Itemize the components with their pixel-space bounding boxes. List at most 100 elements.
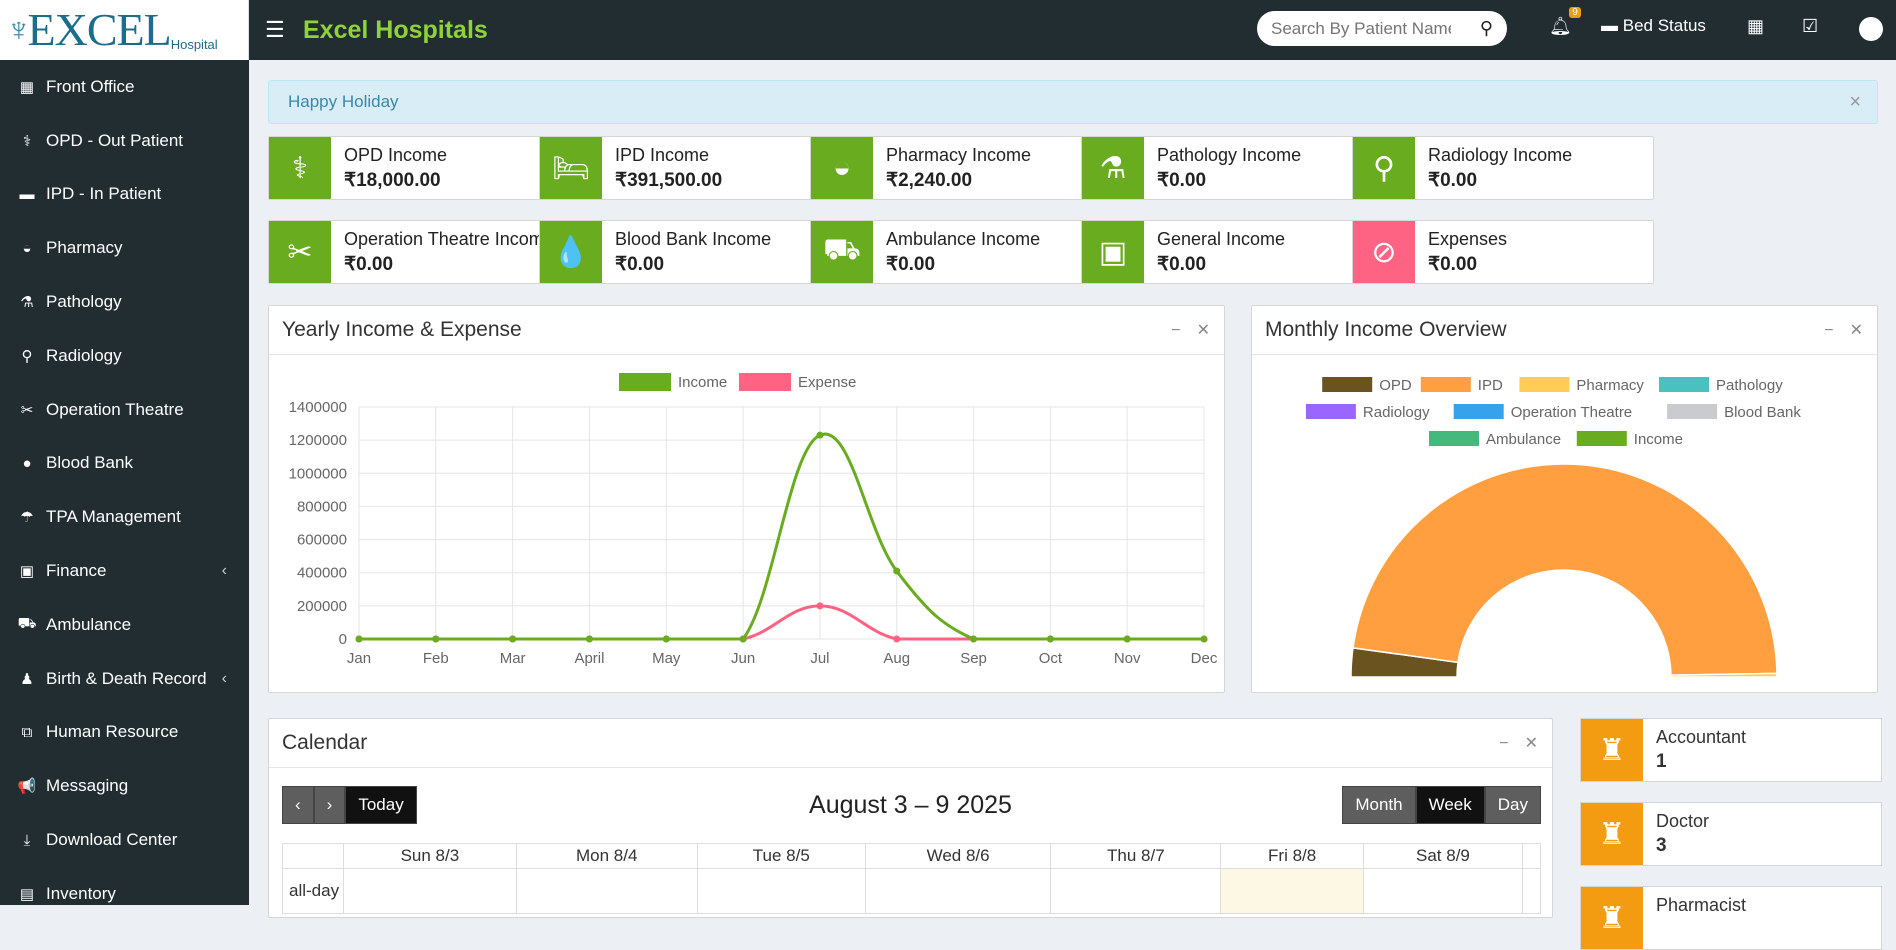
allday-cell[interactable] (1220, 868, 1364, 914)
data-point-income (585, 635, 593, 643)
boxes-icon: ▤ (19, 885, 35, 903)
view-day-button[interactable]: Day (1484, 786, 1541, 824)
sidebar-item-birth-death-record[interactable]: ♟ Birth & Death Record ‹ (0, 652, 249, 706)
allday-cell[interactable] (343, 868, 517, 914)
income-box-expenses[interactable]: ⊘ Expenses ₹0.00 (1352, 220, 1654, 284)
chevron-left-icon[interactable]: ‹ (222, 670, 227, 688)
stethoscope-icon: ⚕ (22, 132, 32, 150)
legend-swatch (1420, 377, 1471, 392)
staff-box-accountant[interactable]: ♜ Accountant 1 (1580, 718, 1882, 782)
day-header: Sat 8/9 (1362, 843, 1524, 869)
allday-cell[interactable] (1050, 868, 1222, 914)
y-tick-label: 600000 (297, 532, 347, 549)
sidebar-item-inventory[interactable]: ▤ Inventory (0, 867, 249, 921)
sidebar-item-front-office[interactable]: ▦ Front Office (0, 60, 249, 114)
sidebar-item-label: Inventory (46, 883, 116, 903)
stethoscope-icon: ⚕ (269, 137, 331, 199)
allday-cell[interactable] (696, 868, 866, 914)
close-icon[interactable]: × (1849, 91, 1861, 114)
sidebar-item-human-resource[interactable]: ⧉ Human Resource (0, 706, 249, 760)
staff-box-doctor[interactable]: ♜ Doctor 3 (1580, 802, 1882, 866)
sidebar-item-label: Blood Bank (46, 453, 133, 473)
sidebar-item-ipd-in-patient[interactable]: ▬ IPD - In Patient (0, 168, 249, 222)
mortar-icon: ◒ (22, 239, 32, 257)
holiday-alert: Happy Holiday × (268, 80, 1878, 124)
income-box-blood-bank-income[interactable]: 💧 Blood Bank Income ₹0.00 (539, 220, 841, 284)
series-line-income (359, 432, 1204, 641)
sidebar-item-opd-out-patient[interactable]: ⚕ OPD - Out Patient (0, 114, 249, 168)
sidebar-item-finance[interactable]: ▣ Finance ‹ (0, 544, 249, 598)
sidebar-item-tpa-management[interactable]: ☂ TPA Management (0, 490, 249, 544)
close-icon[interactable]: ✕ (1525, 735, 1538, 752)
calendar-view-switch: Month Week Day (1342, 786, 1541, 824)
sidebar-item-pathology[interactable]: ⚗ Pathology (0, 275, 249, 329)
calendar-icon[interactable]: ▦ (1747, 16, 1764, 37)
sidebar-item-label: OPD - Out Patient (46, 130, 183, 150)
income-box-radiology-income[interactable]: ⚲ Radiology Income ₹0.00 (1352, 136, 1654, 200)
brand-title: Excel Hospitals (303, 15, 488, 44)
hamburger-menu-icon[interactable]: ☰ (265, 17, 289, 43)
legend-swatch (619, 373, 671, 391)
income-box-general-income[interactable]: ▣ General Income ₹0.00 (1081, 220, 1383, 284)
sidebar-item-ambulance[interactable]: ⛟ Ambulance (0, 598, 249, 652)
income-value: ₹0.00 (344, 254, 394, 275)
day-header: Tue 8/5 (696, 843, 866, 869)
staff-box-pharmacist[interactable]: ♜ Pharmacist (1580, 886, 1882, 950)
sidebar-item-blood-bank[interactable]: ● Blood Bank (0, 437, 249, 491)
tasks-check-icon[interactable]: ☑ (1802, 16, 1818, 37)
income-box-operation-theatre-income[interactable]: ✂ Operation Theatre Income ₹0.00 (268, 220, 570, 284)
minimize-icon[interactable]: − (1171, 322, 1180, 339)
income-box-pharmacy-income[interactable]: ◒ Pharmacy Income ₹2,240.00 (810, 136, 1112, 200)
bed-status-button[interactable]: ▬ Bed Status (1601, 16, 1706, 36)
allday-cell[interactable] (864, 868, 1052, 914)
income-box-ipd-income[interactable]: 🛏 IPD Income ₹391,500.00 (539, 136, 841, 200)
calendar-panel: Calendar − ✕ ‹ › Today August 3 – 9 2025 … (268, 718, 1553, 918)
minimize-icon[interactable]: − (1499, 735, 1508, 752)
sidebar-item-label: Ambulance (46, 614, 132, 634)
legend-swatch (1576, 431, 1627, 446)
legend-label: Expense (798, 374, 856, 391)
view-week-button[interactable]: Week (1415, 786, 1485, 824)
minimize-icon[interactable]: − (1824, 322, 1833, 339)
search-input[interactable] (1271, 18, 1451, 39)
microscope-icon: ⚲ (1353, 137, 1415, 199)
bed-icon: ▬ (1601, 16, 1618, 35)
sidebar-item-pharmacy[interactable]: ◒ Pharmacy (0, 221, 249, 275)
sidebar-item-messaging[interactable]: 📢 Messaging (0, 759, 249, 813)
close-icon[interactable]: ✕ (1197, 322, 1210, 339)
day-header: Fri 8/8 (1220, 843, 1364, 869)
chevron-left-icon[interactable]: ‹ (222, 562, 227, 580)
sidebar-item-label: Download Center (46, 830, 178, 850)
sidebar-item-operation-theatre[interactable]: ✂ Operation Theatre (0, 383, 249, 437)
income-box-ambulance-income[interactable]: ⛟ Ambulance Income ₹0.00 (810, 220, 1112, 284)
income-label: OPD Income (344, 145, 448, 165)
income-box-opd-income[interactable]: ⚕ OPD Income ₹18,000.00 (268, 136, 570, 200)
allday-cell[interactable] (1362, 868, 1524, 914)
data-point-expense (816, 602, 824, 610)
data-point-income (816, 431, 824, 439)
sidebar-item-radiology[interactable]: ⚲ Radiology (0, 329, 249, 383)
allday-cell[interactable] (515, 868, 698, 914)
microscope-icon: ⚲ (21, 347, 33, 365)
bell-icon[interactable]: 🔔︎ 9 (1549, 7, 1581, 37)
money-icon: ▣ (19, 563, 35, 581)
income-value: ₹0.00 (1428, 254, 1478, 275)
user-secret-icon: ♜ (1581, 803, 1643, 865)
data-point-expense (893, 635, 901, 643)
hospital-logo[interactable]: ♆ EXCEL Hospital (0, 0, 249, 60)
sidebar-item-label: Human Resource (46, 722, 179, 742)
close-icon[interactable]: ✕ (1850, 322, 1863, 339)
drop-icon: ● (22, 454, 32, 472)
sitemap-icon: ⧉ (21, 723, 33, 741)
user-avatar[interactable] (1859, 17, 1883, 41)
day-header: Sun 8/3 (343, 843, 517, 869)
mortar-icon: ◒ (811, 137, 873, 199)
income-value: ₹0.00 (886, 254, 936, 275)
income-box-pathology-income[interactable]: ⚗ Pathology Income ₹0.00 (1081, 136, 1383, 200)
sidebar-item-download-center[interactable]: ⤓ Download Center (0, 813, 249, 867)
view-month-button[interactable]: Month (1342, 786, 1416, 824)
legend-label: OPD (1379, 377, 1412, 394)
time-col-header (282, 843, 344, 869)
search-icon[interactable]: ⚲ (1480, 18, 1493, 39)
x-tick-label: Feb (423, 650, 449, 667)
